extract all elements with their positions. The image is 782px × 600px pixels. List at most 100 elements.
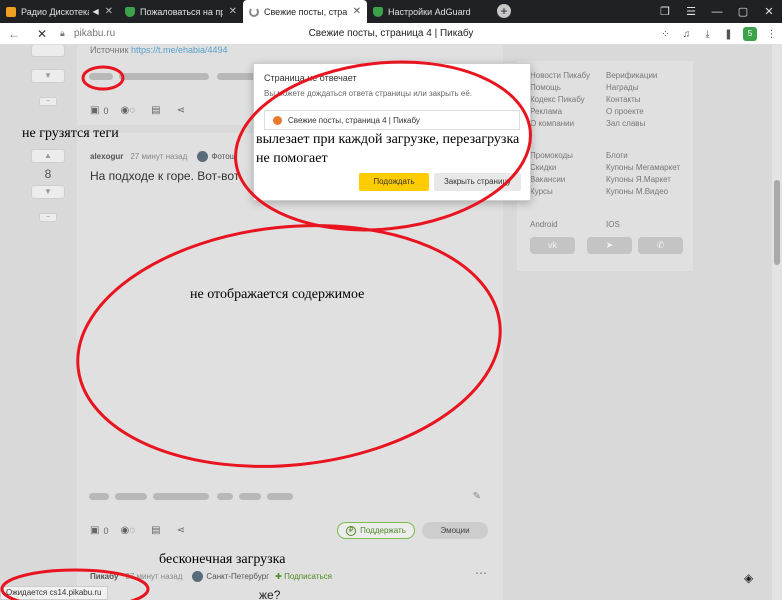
- tab-radio[interactable]: Радио Дискотека 80 ◀ ✕: [0, 0, 119, 23]
- source-link[interactable]: https://t.me/ehabia/4494: [131, 45, 228, 55]
- footer-link[interactable]: Промокоды: [530, 151, 573, 160]
- eye-icon[interactable]: ◉◌: [120, 525, 135, 536]
- footer-link[interactable]: Помощь: [530, 83, 561, 92]
- adguard-extension-icon[interactable]: 5: [743, 27, 757, 41]
- save-icon[interactable]: ▤: [151, 105, 160, 116]
- url-host[interactable]: pikabu.ru: [74, 28, 115, 39]
- footer-link[interactable]: О проекте: [606, 107, 644, 116]
- share-icon[interactable]: ⋖: [177, 105, 185, 116]
- extensions-grid-icon[interactable]: ⁘: [655, 29, 676, 40]
- new-tab-button[interactable]: +: [497, 4, 511, 18]
- viber-icon[interactable]: ✆: [638, 237, 683, 254]
- downvote-button[interactable]: ▼: [31, 69, 65, 83]
- footer-link[interactable]: Вакансии: [530, 175, 565, 184]
- vk-icon[interactable]: vk: [530, 237, 575, 254]
- footer-link[interactable]: Контакты: [606, 95, 641, 104]
- tag-placeholder[interactable]: [153, 493, 209, 500]
- annotation-loading-note: бесконечная загрузка: [159, 552, 286, 567]
- tab-report[interactable]: Пожаловаться на пробле ✕: [119, 0, 243, 23]
- tabs-overview-icon[interactable]: ❐: [652, 5, 678, 18]
- footer-link[interactable]: Купоны М.Видео: [606, 187, 668, 196]
- footer-link[interactable]: Реклама: [530, 107, 562, 116]
- footer-link[interactable]: Курсы: [530, 187, 553, 196]
- tag-placeholder[interactable]: [115, 493, 147, 500]
- tag-placeholder[interactable]: [119, 73, 209, 80]
- close-icon[interactable]: ✕: [105, 6, 113, 17]
- support-button[interactable]: ₽ Поддержать: [337, 522, 415, 539]
- hide-post-button[interactable]: −: [39, 97, 57, 106]
- ios-app-link[interactable]: IOS: [606, 220, 620, 229]
- downvote-button[interactable]: ▼: [31, 185, 65, 199]
- tag-placeholder[interactable]: [89, 73, 113, 80]
- more-options-icon[interactable]: ⋯: [475, 566, 487, 580]
- tab-adguard-settings[interactable]: Настройки AdGuard: [367, 0, 491, 23]
- vote-column: ▼: [31, 45, 65, 83]
- save-icon[interactable]: ▤: [151, 525, 160, 536]
- upvote-button[interactable]: [31, 45, 65, 57]
- telegram-icon[interactable]: ➤: [587, 237, 632, 254]
- vote-count: 8: [44, 167, 52, 181]
- address-bar: ← ✕ 🔒︎ pikabu.ru Свежие посты, страница …: [0, 23, 782, 45]
- tab-fresh-posts[interactable]: Свежие посты, страниц ✕: [243, 0, 367, 23]
- post-title[interactable]: же?: [259, 588, 280, 600]
- menu-icon[interactable]: ⋮: [761, 29, 782, 40]
- bookmark-icon[interactable]: ❚: [718, 29, 739, 40]
- headphones-icon[interactable]: ♫: [676, 29, 697, 40]
- close-icon[interactable]: ✕: [353, 6, 361, 17]
- post-meta: Пикабу 27 минут назад Санкт-Петербург ✚ …: [90, 571, 332, 582]
- close-page-button[interactable]: Закрыть страницу: [434, 173, 521, 191]
- download-icon[interactable]: ⤓: [697, 29, 718, 40]
- footer-link[interactable]: Новости Пикабу: [530, 71, 590, 80]
- tag-placeholder[interactable]: [89, 493, 109, 500]
- bookmarks-icon[interactable]: ☰: [678, 5, 704, 18]
- community-avatar[interactable]: [192, 571, 204, 582]
- adguard-shield-icon: [373, 6, 383, 17]
- tag-placeholder[interactable]: [267, 493, 293, 500]
- close-icon[interactable]: ✕: [229, 6, 237, 17]
- footer-link[interactable]: Кодекс Пикабу: [530, 95, 585, 104]
- community-name[interactable]: Фотош: [211, 152, 236, 161]
- comments-count: 0: [103, 525, 109, 536]
- comment-icon[interactable]: ▣: [90, 105, 99, 116]
- subscribe-button[interactable]: ✚ Подписаться: [275, 572, 332, 581]
- lock-icon[interactable]: 🔒︎: [60, 28, 70, 39]
- share-icon[interactable]: ⋖: [177, 525, 185, 536]
- post-title[interactable]: На подходе к горе. Вот-вот: [90, 169, 239, 183]
- scrollbar-thumb[interactable]: [774, 180, 780, 265]
- tab-label: Настройки AdGuard: [388, 6, 471, 17]
- community-avatar[interactable]: [197, 151, 209, 162]
- maximize-icon[interactable]: ▢: [730, 5, 756, 18]
- eye-icon[interactable]: ◉◌: [120, 105, 135, 116]
- back-arrow-icon[interactable]: ←: [0, 27, 28, 41]
- hide-post-button[interactable]: −: [39, 213, 57, 222]
- tag-placeholder[interactable]: [239, 493, 261, 500]
- author-name[interactable]: Пикабу: [90, 572, 118, 581]
- comment-icon[interactable]: ▣: [90, 525, 99, 536]
- emotions-button[interactable]: Эмоции: [422, 522, 488, 539]
- comments-count: 0: [103, 105, 109, 116]
- dialog-message: Вы можете дождаться ответа страницы или …: [264, 89, 473, 98]
- wait-button[interactable]: Подождать: [359, 173, 429, 191]
- footer-link[interactable]: О компании: [530, 119, 574, 128]
- footer-link[interactable]: Верификации: [606, 71, 657, 80]
- footer-link[interactable]: Скидки: [530, 163, 556, 172]
- vote-column: ▲ 8 ▼: [31, 149, 65, 199]
- footer-link[interactable]: Зал славы: [606, 119, 645, 128]
- tag-placeholder[interactable]: [217, 493, 233, 500]
- stop-loading-icon[interactable]: ✕: [28, 27, 56, 41]
- upvote-button[interactable]: ▲: [31, 149, 65, 163]
- footer-link[interactable]: Купоны Мегамаркет: [606, 163, 680, 172]
- footer-link[interactable]: Купоны Я.Маркет: [606, 175, 671, 184]
- page-scrollbar[interactable]: [772, 45, 782, 600]
- footer-link[interactable]: Блоги: [606, 151, 628, 160]
- window-close-icon[interactable]: ✕: [756, 5, 782, 18]
- edit-pencil-icon[interactable]: ✎: [473, 491, 481, 502]
- footer-link[interactable]: Награды: [606, 83, 638, 92]
- android-app-link[interactable]: Android: [530, 220, 558, 229]
- minimize-icon[interactable]: —: [704, 6, 730, 18]
- paint-bucket-icon[interactable]: ◈: [744, 571, 753, 585]
- community-name[interactable]: Санкт-Петербург: [206, 572, 269, 581]
- tab-label: Пожаловаться на пробле: [140, 6, 223, 17]
- author-name[interactable]: alexogur: [90, 152, 123, 161]
- tab-label: Радио Дискотека 80: [21, 6, 90, 17]
